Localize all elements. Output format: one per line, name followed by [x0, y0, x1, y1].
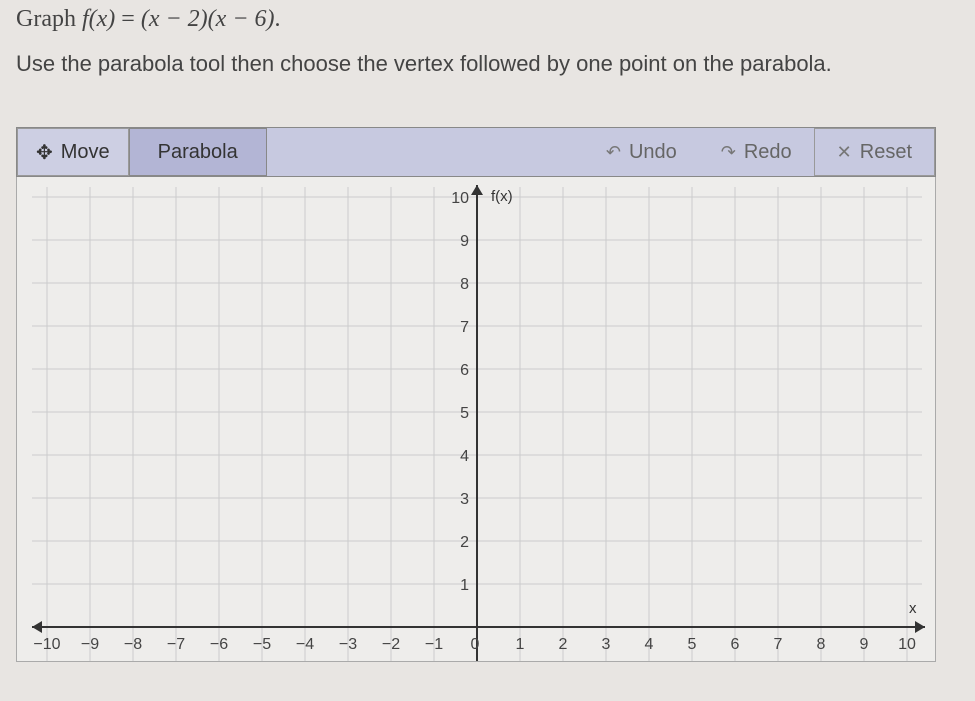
svg-text:3: 3	[602, 636, 611, 653]
graph-toolbar: ✥ Move Parabola ↶ Undo ↷ Redo ✕ Reset	[16, 127, 936, 177]
svg-text:−8: −8	[124, 636, 142, 653]
move-label: Move	[61, 141, 110, 164]
svg-text:7: 7	[774, 636, 783, 653]
svg-text:4: 4	[460, 448, 469, 465]
instruction-text: Use the parabola tool then choose the ve…	[16, 51, 965, 77]
redo-button[interactable]: ↷ Redo	[699, 128, 814, 176]
svg-text:10: 10	[451, 190, 469, 207]
coordinate-grid: −10−9−8−7−6−5−4−3−2−1123456789100−112345…	[17, 177, 936, 662]
formula-equals: =	[115, 6, 141, 32]
problem-prompt: Graph f(x) = (x − 2)(x − 6).	[16, 6, 965, 33]
move-icon: ✥	[36, 140, 53, 165]
reset-label: Reset	[860, 141, 912, 164]
svg-text:2: 2	[460, 534, 469, 551]
svg-text:3: 3	[460, 491, 469, 508]
formula-rhs: (x − 2)(x − 6)	[141, 6, 275, 32]
prompt-prefix: Graph	[16, 6, 82, 32]
svg-text:9: 9	[460, 233, 469, 250]
svg-text:8: 8	[817, 636, 826, 653]
parabola-tool-button[interactable]: Parabola	[129, 128, 267, 176]
formula-lhs: f(x)	[82, 6, 115, 32]
undo-button[interactable]: ↶ Undo	[584, 128, 699, 176]
undo-label: Undo	[629, 141, 677, 164]
svg-text:6: 6	[731, 636, 740, 653]
svg-text:f(x): f(x)	[491, 188, 513, 205]
close-icon: ✕	[837, 142, 852, 163]
svg-text:−5: −5	[253, 636, 271, 653]
svg-text:4: 4	[645, 636, 654, 653]
svg-text:7: 7	[460, 319, 469, 336]
svg-text:x: x	[909, 600, 917, 617]
svg-text:10: 10	[898, 636, 916, 653]
svg-text:0: 0	[471, 636, 480, 653]
prompt-suffix: .	[275, 6, 281, 32]
svg-text:2: 2	[559, 636, 568, 653]
redo-label: Redo	[744, 141, 792, 164]
svg-text:6: 6	[460, 362, 469, 379]
svg-text:5: 5	[460, 405, 469, 422]
svg-text:8: 8	[460, 276, 469, 293]
undo-icon: ↶	[606, 142, 621, 163]
svg-text:−7: −7	[167, 636, 185, 653]
svg-text:1: 1	[460, 577, 469, 594]
svg-text:−2: −2	[382, 636, 400, 653]
svg-text:−9: −9	[81, 636, 99, 653]
svg-text:9: 9	[860, 636, 869, 653]
svg-text:−4: −4	[296, 636, 314, 653]
redo-icon: ↷	[721, 142, 736, 163]
reset-button[interactable]: ✕ Reset	[814, 128, 935, 176]
svg-text:−1: −1	[425, 636, 443, 653]
svg-text:−10: −10	[33, 636, 60, 653]
move-tool-button[interactable]: ✥ Move	[17, 128, 129, 176]
svg-text:1: 1	[516, 636, 525, 653]
svg-text:−3: −3	[339, 636, 357, 653]
parabola-label: Parabola	[158, 141, 238, 164]
svg-text:5: 5	[688, 636, 697, 653]
svg-text:−6: −6	[210, 636, 228, 653]
graph-canvas[interactable]: −10−9−8−7−6−5−4−3−2−1123456789100−112345…	[16, 177, 936, 662]
